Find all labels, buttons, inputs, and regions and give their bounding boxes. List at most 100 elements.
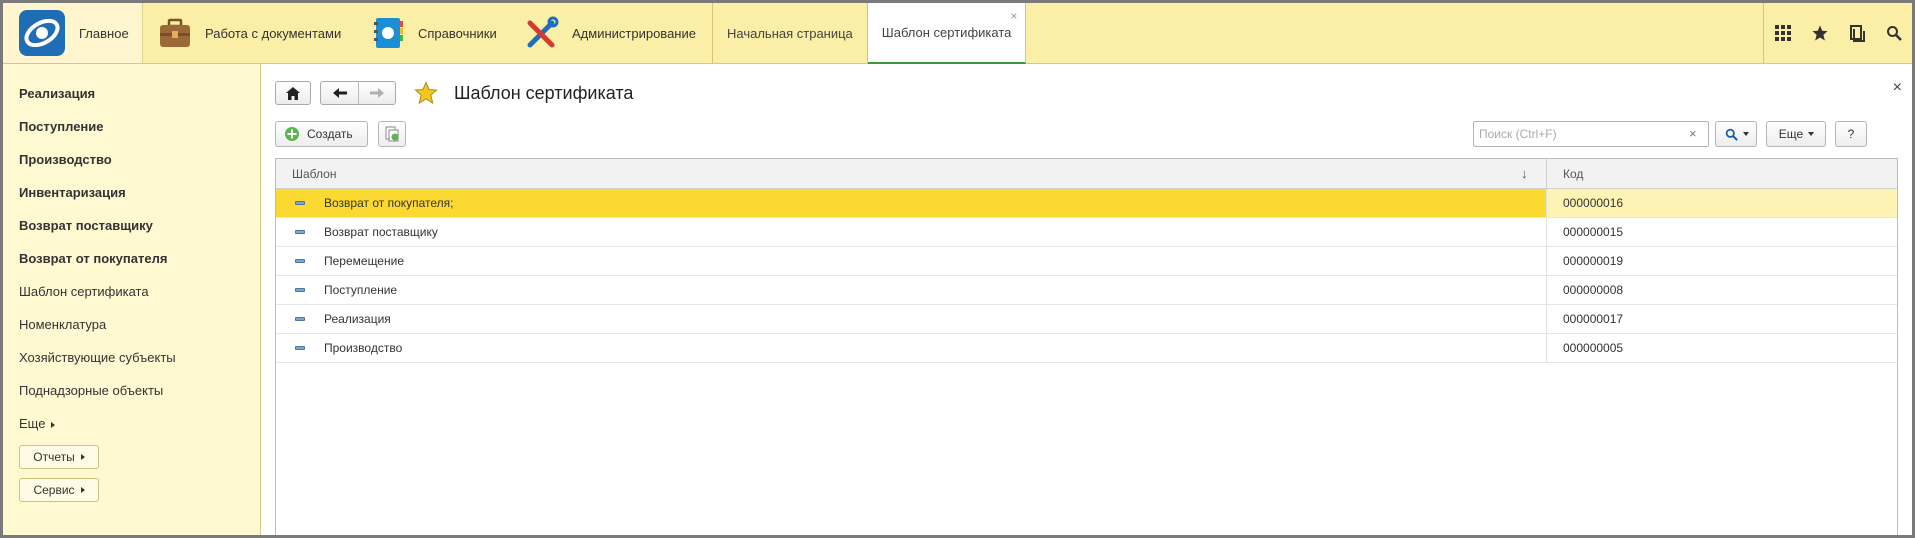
form-area: Шаблон сертификата × Создать × — [262, 64, 1912, 535]
tab-home-page[interactable]: Начальная страница — [713, 3, 868, 64]
sidebar-item-production[interactable]: Производство — [19, 152, 112, 167]
catalog-item-icon — [295, 230, 305, 234]
back-button[interactable] — [321, 82, 359, 104]
more-button[interactable]: Еще — [1766, 121, 1826, 147]
copy-document-icon — [385, 126, 399, 142]
reports-label: Отчеты — [33, 450, 75, 464]
top-tools — [1763, 3, 1912, 63]
home-button[interactable] — [275, 81, 311, 105]
section-main[interactable]: Главное — [3, 3, 143, 63]
nav-buttons — [320, 81, 396, 105]
cell-template-text: Возврат поставщику — [324, 225, 438, 239]
section-references-label: Справочники — [418, 25, 497, 41]
table-row[interactable]: Поступление 000000008 — [276, 276, 1897, 305]
service-button[interactable]: Сервис — [19, 478, 99, 502]
form-close-icon[interactable]: × — [1893, 79, 1902, 97]
table-row[interactable]: Производство 000000005 — [276, 334, 1897, 363]
tab-certificate-template-label: Шаблон сертификата — [881, 25, 1012, 40]
copy-button[interactable] — [378, 121, 406, 147]
page-title: Шаблон сертификата — [454, 83, 634, 103]
create-button[interactable]: Создать — [275, 121, 368, 147]
grid-icon — [1774, 25, 1791, 41]
section-references[interactable]: Справочники — [370, 3, 497, 63]
sidebar-item-sales[interactable]: Реализация — [19, 86, 95, 101]
sidebar-item-more[interactable]: Еще — [19, 416, 56, 431]
cell-code: 000000015 — [1546, 218, 1897, 246]
table-header: Шаблон ↓ Код — [276, 159, 1897, 189]
cell-template-text: Реализация — [324, 312, 391, 326]
sidebar-item-return-to-supplier[interactable]: Возврат поставщику — [19, 218, 153, 233]
triangle-right-icon — [51, 421, 56, 428]
sidebar-item-receipt[interactable]: Поступление — [19, 119, 104, 134]
home-icon — [286, 86, 300, 100]
cell-template-text: Производство — [324, 341, 403, 355]
section-administration[interactable]: Администрирование — [524, 3, 696, 63]
cell-template: Возврат поставщику — [276, 218, 1546, 246]
apps-button[interactable] — [1764, 3, 1801, 63]
table-row[interactable]: Реализация 000000017 — [276, 305, 1897, 334]
cell-code: 000000019 — [1546, 247, 1897, 275]
cell-code: 000000008 — [1546, 276, 1897, 304]
section-documents-label: Работа с документами — [205, 25, 342, 41]
briefcase-icon — [160, 18, 190, 47]
sort-descending-icon: ↓ — [1521, 166, 1528, 181]
sidebar-item-nomenclature[interactable]: Номенклатура — [19, 317, 106, 332]
section-administration-label: Администрирование — [572, 25, 696, 41]
catalog-item-icon — [295, 259, 305, 263]
section-main-label: Главное — [79, 25, 129, 41]
arrow-left-icon — [332, 88, 347, 98]
favorites-button[interactable] — [1801, 3, 1838, 63]
table-row[interactable]: Возврат поставщику 000000015 — [276, 218, 1897, 247]
history-button[interactable] — [1838, 3, 1875, 63]
cell-template: Поступление — [276, 276, 1546, 304]
table-row[interactable]: Перемещение 000000019 — [276, 247, 1897, 276]
app-logo-icon — [19, 10, 65, 56]
catalog-item-icon — [295, 201, 305, 205]
cell-template: Перемещение — [276, 247, 1546, 275]
service-label: Сервис — [33, 483, 75, 497]
tab-certificate-template[interactable]: Шаблон сертификата × — [867, 3, 1027, 64]
tab-home-page-label: Начальная страница — [727, 26, 853, 41]
star-icon — [1812, 25, 1827, 41]
cell-code: 000000005 — [1546, 334, 1897, 362]
catalog-item-icon — [295, 317, 305, 321]
cell-template-text: Поступление — [324, 283, 398, 297]
search-icon — [1886, 26, 1902, 41]
catalog-item-icon — [295, 288, 305, 292]
favorite-star-icon[interactable] — [414, 81, 438, 105]
cell-template: Реализация — [276, 305, 1546, 333]
sidebar-item-certificate-template[interactable]: Шаблон сертификата — [19, 284, 149, 299]
triangle-right-icon — [80, 487, 85, 493]
history-icon — [1849, 25, 1865, 42]
sidebar-item-return-from-customer[interactable]: Возврат от покупателя — [19, 251, 167, 266]
search-input[interactable] — [1473, 121, 1709, 147]
cell-template: Возврат от покупателя; — [276, 189, 1546, 217]
tab-close-icon[interactable]: × — [1010, 9, 1017, 23]
reports-button[interactable]: Отчеты — [19, 445, 99, 469]
section-documents[interactable]: Работа с документами — [157, 3, 341, 63]
table-row[interactable]: Возврат от покупателя; 000000016 — [276, 189, 1897, 218]
sidebar-item-supervised-objects[interactable]: Поднадзорные объекты — [19, 383, 163, 398]
triangle-right-icon — [80, 454, 85, 460]
search-icon — [1725, 128, 1738, 141]
more-label: Еще — [1778, 127, 1804, 141]
forward-button[interactable] — [359, 82, 395, 104]
sidebar-item-inventory[interactable]: Инвентаризация — [19, 185, 126, 200]
plus-circle-icon — [285, 127, 299, 141]
help-button[interactable]: ? — [1835, 121, 1867, 147]
cell-code: 000000017 — [1546, 305, 1897, 333]
sidebar-item-business-entities[interactable]: Хозяйствующие субъекты — [19, 350, 176, 365]
cell-template-text: Перемещение — [324, 254, 404, 268]
column-header-template[interactable]: Шаблон — [292, 159, 336, 189]
search-options-button[interactable] — [1715, 121, 1757, 147]
cell-template-text: Возврат от покупателя; — [324, 196, 454, 210]
cell-code: 000000016 — [1546, 189, 1897, 217]
cell-template: Производство — [276, 334, 1546, 362]
global-search-button[interactable] — [1875, 3, 1912, 63]
search-clear-icon[interactable]: × — [1689, 126, 1697, 141]
create-label: Создать — [307, 127, 353, 141]
sidebar: Реализация Поступление Производство Инве… — [3, 64, 261, 535]
arrow-right-icon — [370, 88, 384, 98]
column-header-code[interactable]: Код — [1546, 159, 1897, 189]
top-bar: Главное Работа с документами Справочники… — [3, 3, 1912, 64]
